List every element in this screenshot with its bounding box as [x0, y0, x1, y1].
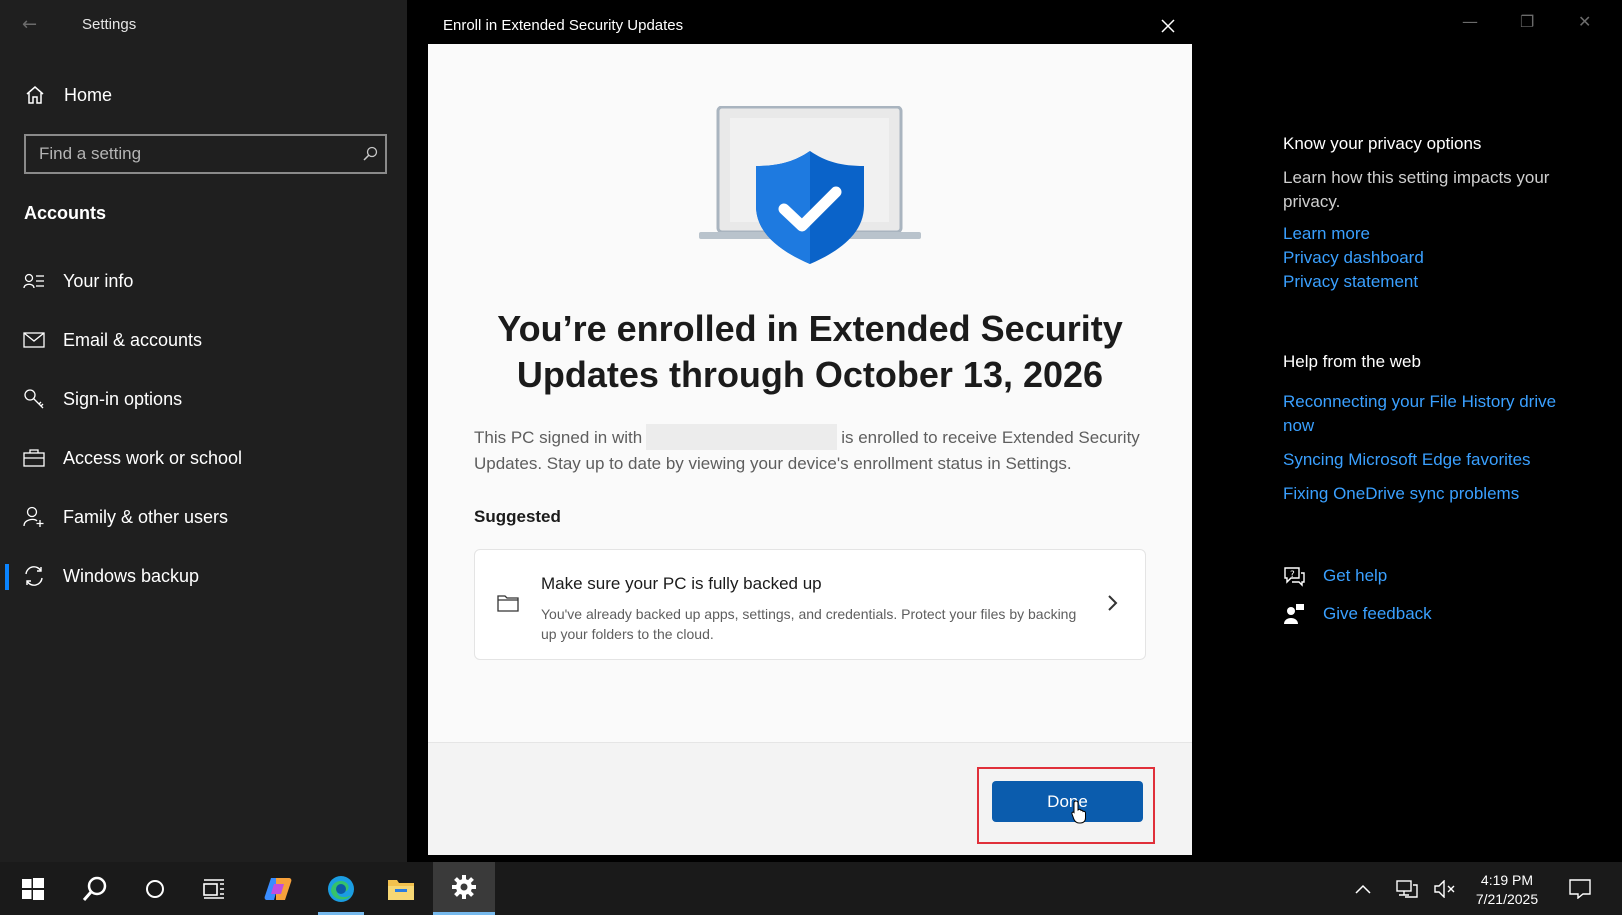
clock-time: 4:19 PM: [1480, 872, 1534, 888]
get-help-row[interactable]: ? Get help: [1283, 564, 1583, 588]
body-text-start: This PC signed in with: [474, 428, 643, 447]
search-icon: [82, 876, 107, 901]
dialog-titlebar: Enroll in Extended Security Updates: [428, 6, 1192, 44]
nav-item-label: Access work or school: [63, 447, 243, 468]
taskbar: 4:19 PM 7/21/2025: [0, 862, 1622, 915]
nav-item-label: Sign-in options: [63, 388, 183, 409]
give-feedback-link[interactable]: Give feedback: [1323, 602, 1432, 626]
card-title: Make sure your PC is fully backed up: [541, 574, 822, 593]
person-add-icon: [0, 506, 63, 528]
nav-item-label: Family & other users: [63, 506, 229, 527]
edge-button[interactable]: [310, 862, 372, 915]
back-arrow-icon[interactable]: ←: [22, 14, 46, 35]
nav-item-family-users[interactable]: Family & other users: [0, 495, 407, 539]
nav-item-label: Windows backup: [63, 565, 200, 586]
sync-icon: [0, 565, 63, 587]
show-hidden-icons-button[interactable]: [1348, 862, 1378, 915]
nav-home[interactable]: Home: [24, 80, 384, 110]
volume-muted-icon: [1434, 879, 1455, 898]
search-button[interactable]: [64, 862, 126, 915]
briefcase-icon: [0, 449, 63, 467]
restore-icon[interactable]: ❐: [1520, 12, 1534, 31]
volume-button[interactable]: [1428, 862, 1462, 915]
action-center-button[interactable]: [1560, 862, 1600, 915]
person-card-icon: [0, 272, 63, 290]
edge-icon: [328, 875, 354, 902]
done-button[interactable]: Done: [992, 781, 1143, 822]
settings-nav-pane: ← Settings Home Accounts Your info Email…: [0, 0, 407, 862]
home-icon: [26, 86, 44, 104]
nav-item-email-accounts[interactable]: Email & accounts: [0, 318, 407, 362]
key-icon: [0, 388, 63, 410]
settings-taskbar-button[interactable]: [433, 862, 495, 915]
enroll-dialog: Enroll in Extended Security Updates You’…: [428, 6, 1192, 855]
dialog-heading: You’re enrolled in Extended Security Upd…: [497, 308, 1123, 395]
copilot-icon: [264, 877, 292, 900]
file-explorer-button[interactable]: [370, 862, 432, 915]
chevron-up-icon: [1355, 884, 1371, 894]
close-icon[interactable]: [1156, 14, 1180, 38]
feedback-icon: [1284, 604, 1304, 624]
chevron-right-icon: [1108, 595, 1118, 611]
task-view-icon: [203, 878, 224, 899]
nav-item-label: Your info: [63, 270, 134, 291]
privacy-text: Learn how this setting impacts your priv…: [1283, 168, 1550, 211]
privacy-heading: Know your privacy options: [1283, 134, 1482, 153]
redacted-account: [646, 424, 838, 450]
notification-icon: [1569, 878, 1591, 899]
gear-icon: [452, 875, 476, 899]
mail-icon: [0, 332, 63, 348]
section-title: Accounts: [24, 203, 107, 223]
hand-cursor-icon: [1071, 800, 1086, 824]
search-input[interactable]: [26, 144, 355, 164]
dialog-body: This PC signed in with is enrolled to rec…: [474, 424, 1164, 477]
learn-more-link[interactable]: Learn more: [1283, 222, 1583, 246]
onedrive-link[interactable]: Fixing OneDrive sync problems: [1283, 482, 1583, 506]
web-help-heading: Help from the web: [1283, 352, 1421, 371]
cortana-button[interactable]: [124, 862, 186, 915]
dialog-footer: Done: [428, 742, 1192, 855]
svg-text:?: ?: [1290, 570, 1295, 580]
file-history-link[interactable]: Reconnecting your File History drive now: [1283, 390, 1583, 438]
suggested-label: Suggested: [474, 507, 561, 526]
task-view-button[interactable]: [183, 862, 245, 915]
done-highlight-box: Done: [977, 767, 1155, 844]
taskbar-clock[interactable]: 4:19 PM 7/21/2025: [1462, 871, 1552, 909]
chat-help-icon: ?: [1284, 567, 1305, 587]
related-info-panel: Know your privacy options Learn how this…: [1283, 134, 1583, 640]
app-title: Settings: [82, 16, 137, 33]
search-icon[interactable]: [355, 146, 385, 162]
edge-favorites-link[interactable]: Syncing Microsoft Edge favorites: [1283, 448, 1583, 472]
minimize-icon[interactable]: —: [1462, 12, 1478, 31]
get-help-link[interactable]: Get help: [1323, 564, 1387, 588]
network-button[interactable]: [1390, 862, 1424, 915]
clock-date: 7/21/2025: [1475, 891, 1539, 907]
privacy-dashboard-link[interactable]: Privacy dashboard: [1283, 246, 1583, 270]
card-description: You've already backed up apps, settings,…: [541, 606, 1077, 642]
nav-item-windows-backup[interactable]: Windows backup: [0, 554, 407, 598]
folder-icon: [388, 879, 414, 900]
privacy-statement-link[interactable]: Privacy statement: [1283, 270, 1583, 294]
laptop-shield-illustration: [699, 106, 921, 264]
backup-suggestion-card[interactable]: Make sure your PC is fully backed up You…: [474, 549, 1146, 660]
nav-item-sign-in-options[interactable]: Sign-in options: [0, 377, 407, 421]
nav-item-your-info[interactable]: Your info: [0, 259, 407, 303]
search-box[interactable]: [24, 134, 387, 174]
nav-home-label: Home: [64, 84, 113, 105]
start-button[interactable]: [2, 862, 64, 915]
network-icon: [1396, 879, 1418, 898]
nav-item-access-work[interactable]: Access work or school: [0, 436, 407, 480]
give-feedback-row[interactable]: Give feedback: [1283, 602, 1583, 626]
window-close-icon[interactable]: ✕: [1578, 12, 1591, 31]
nav-item-label: Email & accounts: [63, 329, 203, 350]
dialog-title: Enroll in Extended Security Updates: [443, 17, 684, 34]
windows-logo-icon: [22, 877, 44, 900]
desktop: ← Settings Home Accounts Your info Email…: [0, 0, 1622, 915]
cortana-circle-icon: [146, 879, 164, 898]
folder-icon: [497, 595, 519, 612]
copilot-button[interactable]: [247, 862, 309, 915]
